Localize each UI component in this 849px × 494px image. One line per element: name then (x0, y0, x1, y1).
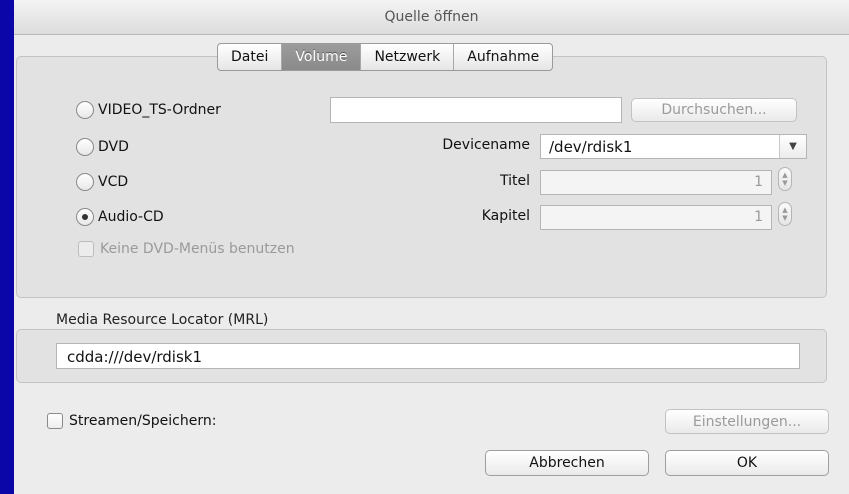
devicename-combobox[interactable]: /dev/rdisk1 ▼ (540, 134, 807, 159)
stream-checkbox[interactable] (47, 413, 63, 429)
cancel-button[interactable]: Abbrechen (485, 450, 649, 476)
browse-button[interactable]: Durchsuchen... (631, 98, 797, 122)
devicename-label: Devicename (442, 137, 530, 153)
chapter-input[interactable]: 1 (540, 205, 772, 230)
open-source-dialog: Quelle öffnen Datei Volume Netzwerk Aufn… (14, 0, 849, 494)
tab-bar: Datei Volume Netzwerk Aufnahme (217, 43, 554, 71)
stream-checkbox-row[interactable]: Streamen/Speichern: (47, 410, 216, 432)
radio-label: VIDEO_TS-Ordner (98, 102, 221, 118)
mrl-label: Media Resource Locator (MRL) (56, 312, 269, 328)
ok-button[interactable]: OK (665, 450, 829, 476)
mrl-value: cdda:///dev/rdisk1 (67, 348, 203, 366)
radio-label: Audio-CD (98, 209, 164, 225)
video-ts-path-input[interactable] (330, 97, 622, 123)
radio-label: DVD (98, 139, 129, 155)
no-dvd-menus-label: Keine DVD-Menüs benutzen (100, 241, 295, 257)
mrl-input[interactable]: cdda:///dev/rdisk1 (56, 343, 800, 369)
tab-datei[interactable]: Datei (218, 44, 283, 70)
no-dvd-menus-checkbox[interactable] (78, 241, 94, 257)
radio-circle[interactable] (76, 138, 94, 156)
title-label: Titel (499, 173, 530, 189)
chapter-stepper-icon[interactable]: ▲ ▼ (778, 202, 792, 226)
devicename-value: /dev/rdisk1 (549, 138, 633, 156)
stream-label: Streamen/Speichern: (69, 413, 217, 429)
window-title: Quelle öffnen (14, 0, 849, 35)
chapter-value: 1 (754, 209, 763, 225)
title-stepper-icon[interactable]: ▲ ▼ (778, 167, 792, 191)
chapter-label: Kapitel (481, 208, 530, 224)
radio-circle[interactable] (76, 173, 94, 191)
no-dvd-menus-checkbox-row[interactable]: Keine DVD-Menüs benutzen (78, 238, 295, 260)
radio-label: VCD (98, 174, 129, 190)
radio-vcd[interactable]: VCD (76, 171, 128, 193)
radio-circle-selected[interactable] (76, 208, 94, 226)
radio-audio-cd[interactable]: Audio-CD (76, 206, 164, 228)
tab-aufnahme[interactable]: Aufnahme (454, 44, 552, 70)
radio-circle[interactable] (76, 101, 94, 119)
chevron-down-icon[interactable]: ▼ (779, 135, 806, 158)
tab-netzwerk[interactable]: Netzwerk (361, 44, 455, 70)
tab-volume[interactable]: Volume (282, 44, 362, 70)
title-value: 1 (754, 174, 763, 190)
radio-video-ts[interactable]: VIDEO_TS-Ordner (76, 99, 221, 121)
radio-dvd[interactable]: DVD (76, 136, 129, 158)
title-input[interactable]: 1 (540, 170, 772, 195)
settings-button[interactable]: Einstellungen... (665, 409, 829, 434)
